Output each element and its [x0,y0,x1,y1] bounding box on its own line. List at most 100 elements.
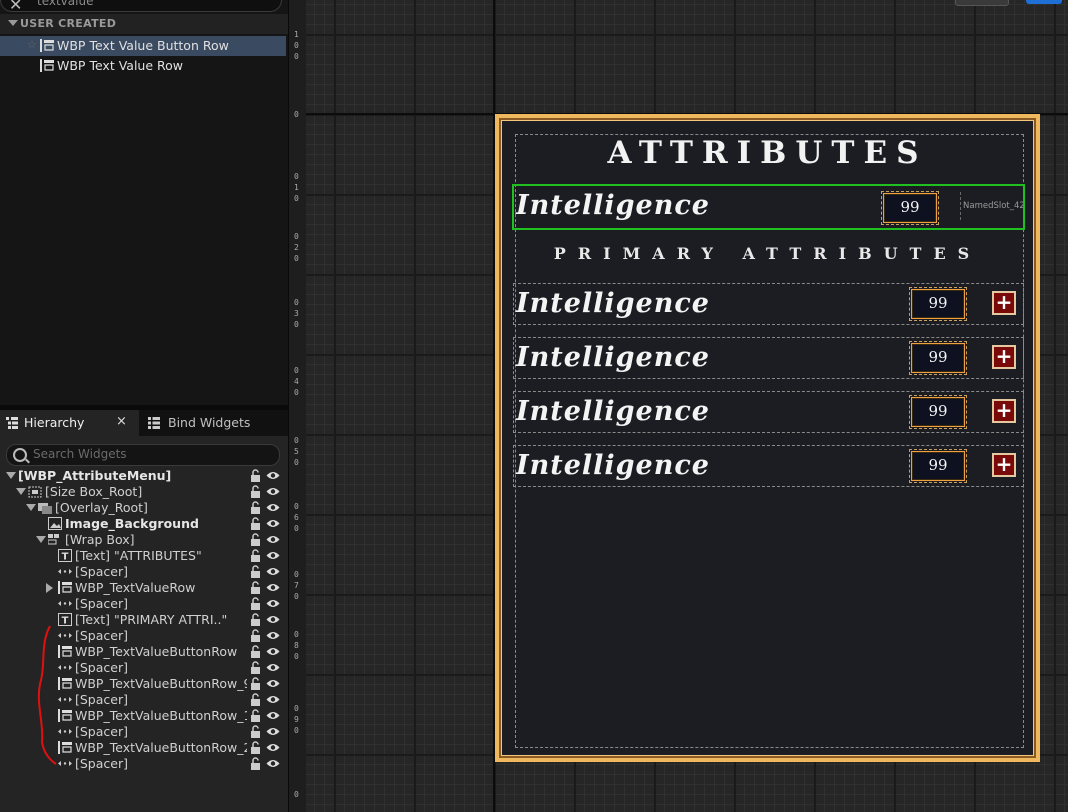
lock-icon[interactable] [250,661,261,674]
hierarchy-row-label: [Spacer] [75,628,128,643]
lock-icon[interactable] [250,741,261,754]
tab-bind-widgets[interactable]: Bind Widgets [140,410,288,436]
ruler-tick-label: 4 [294,377,299,386]
expand-down-icon[interactable] [26,504,36,511]
lock-icon[interactable] [250,469,261,482]
ruler-tick-label: 0 [294,790,299,799]
ruler-origin-label: 0 [294,110,299,119]
expand-right-icon[interactable] [46,583,53,593]
hierarchy-row[interactable]: T [Text] "ATTRIBUTES" [0,548,288,564]
lock-icon[interactable] [250,597,261,610]
visibility-eye-icon[interactable] [266,566,280,577]
visibility-eye-icon[interactable] [266,646,280,657]
lock-icon[interactable] [250,725,261,738]
ruler-tick-label: 0 [294,704,299,713]
hierarchy-search-field[interactable] [6,444,280,466]
palette-item-text-value-row[interactable]: WBP Text Value Row [0,56,286,76]
ruler-tick-label: 6 [294,513,299,522]
clear-search-icon[interactable]: ✕ [9,0,22,14]
attribute-value-box: 99 [881,191,939,225]
visibility-eye-icon[interactable] [266,598,280,609]
bind-widgets-icon [148,417,160,429]
hierarchy-row[interactable]: [Spacer] [0,564,288,580]
expand-down-icon[interactable] [16,488,26,495]
visibility-eye-icon[interactable] [266,630,280,641]
lock-icon[interactable] [250,677,261,690]
visibility-eye-icon[interactable] [266,502,280,513]
hierarchy-row[interactable]: Image_Background [0,516,288,532]
attribute-name: Intelligence [516,190,710,221]
lock-icon[interactable] [250,549,261,562]
lock-icon[interactable] [250,693,261,706]
hierarchy-row-label: [Text] "PRIMARY ATTRI.." [75,612,228,627]
close-tab-icon[interactable]: × [116,414,127,429]
widget-blueprint-icon [40,59,54,72]
add-attribute-button[interactable]: + [992,453,1016,477]
lock-icon[interactable] [250,613,261,626]
lock-icon[interactable] [250,501,261,514]
ruler-tick-label: 0 [294,388,299,397]
visibility-eye-icon[interactable] [266,758,280,769]
tab-hierarchy[interactable]: Hierarchy × [0,410,139,436]
hierarchy-row[interactable]: [Wrap Box] [0,532,288,548]
lock-icon[interactable] [250,565,261,578]
attribute-name: Intelligence [516,450,710,481]
widget-blueprint-icon [58,581,72,594]
text-value-button-row[interactable]: Intelligence 99 + [513,283,1024,325]
add-attribute-button[interactable]: + [992,345,1016,369]
text-value-button-row[interactable]: Intelligence 99 + [513,391,1024,433]
lock-icon[interactable] [250,485,261,498]
primary-attributes-heading[interactable]: PRIMARY ATTRIBUTES [499,244,1036,263]
hierarchy-row[interactable]: [WBP_AttributeMenu] [0,468,288,484]
visibility-eye-icon[interactable] [266,614,280,625]
palette-item-text-value-button-row[interactable]: ☆ WBP Text Value Button Row [0,36,286,56]
lock-icon[interactable] [250,709,261,722]
add-attribute-button[interactable]: + [992,291,1016,315]
visibility-eye-icon[interactable] [266,662,280,673]
visibility-eye-icon[interactable] [266,742,280,753]
add-attribute-button[interactable]: + [992,399,1016,423]
visibility-eye-icon[interactable] [266,518,280,529]
visibility-eye-icon[interactable] [266,710,280,721]
hierarchy-search-input[interactable] [33,446,273,462]
expand-down-icon[interactable] [6,472,16,479]
lock-icon[interactable] [250,517,261,530]
visibility-eye-icon[interactable] [266,726,280,737]
lock-icon[interactable] [250,581,261,594]
attribute-name: Intelligence [516,288,710,319]
spacer-icon [58,761,72,766]
named-slot[interactable]: NamedSlot_42 [960,192,1023,220]
text-value-button-row[interactable]: Intelligence 99 + [513,445,1024,487]
toolbar-button[interactable] [955,0,1009,6]
visibility-eye-icon[interactable] [266,470,280,481]
vertical-ruler[interactable]: 1 0 0 0 1 0 0 2 0 0 3 0 0 4 0 0 5 0 0 6 0 0 7 0 0 8 0 0 9 0 0 0 [288,0,307,812]
spacer-icon [58,729,72,734]
hierarchy-row[interactable]: [Overlay_Root] [0,500,288,516]
favorite-star-icon[interactable]: ☆ [27,38,37,51]
palette-category-user-created[interactable]: USER CREATED [0,14,288,34]
palette-search-field[interactable]: ✕ textvalue [0,0,282,14]
expand-down-icon[interactable] [36,536,46,543]
hierarchy-row[interactable]: WBP_TextValueRow [0,580,288,596]
text-value-button-row[interactable]: Intelligence 99 + [513,337,1024,379]
attributes-heading[interactable]: ATTRIBUTES [499,135,1036,171]
visibility-eye-icon[interactable] [266,582,280,593]
image-icon [48,517,62,530]
hierarchy-row[interactable]: [Size Box_Root] [0,484,288,500]
visibility-eye-icon[interactable] [266,678,280,689]
lock-icon[interactable] [250,629,261,642]
attribute-menu-frame[interactable]: ATTRIBUTES Intelligence 99 NamedSlot_42 … [495,114,1040,762]
toolbar-button-primary[interactable] [1026,0,1062,4]
lock-icon[interactable] [250,757,261,770]
tab-label: Bind Widgets [168,415,251,430]
visibility-eye-icon[interactable] [266,486,280,497]
palette-panel: ✕ textvalue USER CREATED ☆ WBP Text Valu… [0,0,288,410]
text-value-row[interactable]: Intelligence 99 NamedSlot_42 [512,184,1025,230]
visibility-eye-icon[interactable] [266,694,280,705]
lock-icon[interactable] [250,645,261,658]
lock-icon[interactable] [250,533,261,546]
ruler-tick-label: 0 [294,194,299,203]
hierarchy-row[interactable]: [Spacer] [0,596,288,612]
visibility-eye-icon[interactable] [266,550,280,561]
visibility-eye-icon[interactable] [266,534,280,545]
